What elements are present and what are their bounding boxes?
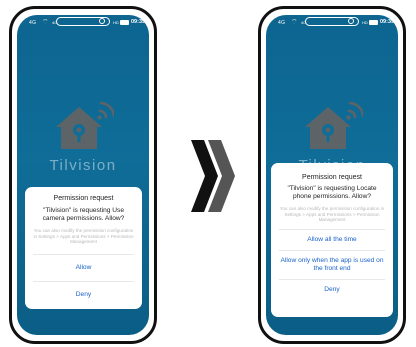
double-chevron-right-icon xyxy=(191,140,235,212)
wifi-icon: ⌔ xyxy=(291,19,298,26)
camera-icon xyxy=(348,18,354,24)
wifi-icon: ⌔ xyxy=(42,19,49,26)
dialog-title: Permission request xyxy=(302,174,362,181)
phone-right: 4G ⌔ 4G HD 09:39 Tilvision Permission re… xyxy=(258,6,406,344)
status-time: 09:39 xyxy=(131,19,146,25)
deny-button[interactable]: Deny xyxy=(271,280,393,300)
dialog-note: You can also modify the permission confi… xyxy=(33,228,134,245)
app-name: Tilvision xyxy=(49,157,117,174)
camera-icon xyxy=(99,18,105,24)
app-screen-right: 4G ⌔ 4G HD 09:39 Tilvision Permission re… xyxy=(266,15,398,335)
status-bar: 4G ⌔ 4G HD 09:39 xyxy=(266,15,398,31)
deny-button[interactable]: Deny xyxy=(25,282,142,308)
permission-dialog-location: Permission request "Tilvision" is reques… xyxy=(271,163,393,317)
signal-label: 4G xyxy=(278,20,286,26)
dialog-message: "Tilvision" is requesting Locate phone p… xyxy=(287,185,377,200)
allow-while-in-use-button[interactable]: Allow only when the app is used on the f… xyxy=(271,251,393,279)
status-bar: 4G ⌔ 4G HD 09:39 xyxy=(17,15,149,31)
battery-icon xyxy=(120,20,129,25)
battery-tag: HD xyxy=(362,20,368,25)
house-wifi-icon xyxy=(56,101,114,149)
permission-dialog-camera: Permission request "Tilvision" is reques… xyxy=(25,187,142,309)
dialog-message: "Tilvision" is requesting Use camera per… xyxy=(42,207,125,222)
dialog-title: Permission request xyxy=(53,195,114,202)
battery-tag: HD xyxy=(113,20,119,25)
house-wifi-icon xyxy=(305,101,363,149)
status-time: 09:39 xyxy=(380,19,395,25)
allow-all-the-time-button[interactable]: Allow all the time xyxy=(271,230,393,250)
battery-icon xyxy=(369,20,378,25)
app-screen-left: 4G ⌔ 4G HD 09:39 Tilvision Permission re… xyxy=(17,15,149,335)
phone-left: 4G ⌔ 4G HD 09:39 Tilvision Permission re… xyxy=(9,6,157,344)
signal-label: 4G xyxy=(29,20,37,26)
dialog-note: You can also modify the permission confi… xyxy=(279,206,385,223)
allow-button[interactable]: Allow xyxy=(25,255,142,281)
